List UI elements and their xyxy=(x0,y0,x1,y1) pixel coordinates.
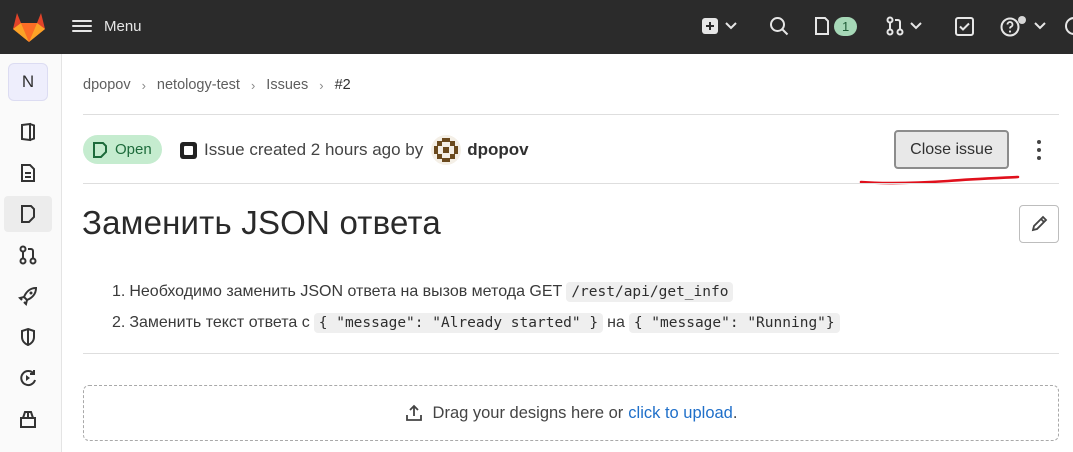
issue-created-text: Issue created 2 hours ago by xyxy=(204,140,424,159)
author-name-link[interactable]: dpopov xyxy=(467,140,528,160)
issue-description: 1. Необходимо заменить JSON ответа на вы… xyxy=(112,276,844,338)
menu-label: Menu xyxy=(104,17,142,35)
dropzone-text: Drag your designs here or xyxy=(432,403,624,422)
edit-title-button[interactable] xyxy=(1019,205,1059,243)
issue-meta: Issue created 2 hours ago by dpopov xyxy=(179,135,529,165)
menu-button[interactable]: Menu xyxy=(72,14,142,38)
top-navbar: Menu 1 xyxy=(0,0,1073,54)
annotation-red-underline xyxy=(859,175,1020,185)
status-label: Open xyxy=(115,141,152,158)
upload-icon xyxy=(405,404,422,421)
issue-open-icon xyxy=(93,141,107,158)
repository-icon xyxy=(21,164,35,182)
chevron-down-icon xyxy=(910,22,922,30)
more-actions-kebab-icon[interactable] xyxy=(1030,137,1048,163)
search-button[interactable] xyxy=(769,14,789,38)
todos-button[interactable] xyxy=(955,14,974,38)
chevron-down-icon xyxy=(1034,22,1046,30)
packages-icon xyxy=(20,411,36,428)
divider xyxy=(83,353,1059,354)
project-avatar[interactable]: N xyxy=(8,63,48,101)
merge-requests-nav-button[interactable] xyxy=(886,14,922,38)
security-shield-icon xyxy=(21,327,35,347)
sidebar-item-deployments[interactable] xyxy=(4,360,52,396)
sidebar-item-packages[interactable] xyxy=(4,401,52,437)
issues-count-badge: 1 xyxy=(834,16,858,36)
close-issue-button[interactable]: Close issue xyxy=(894,130,1009,169)
project-overview-icon xyxy=(21,122,35,142)
chevron-down-icon xyxy=(725,22,737,30)
plus-square-icon xyxy=(702,18,718,34)
sidebar-item-merge-requests[interactable] xyxy=(4,237,52,273)
sidebar-item-ci-cd[interactable] xyxy=(4,278,52,314)
user-avatar-button[interactable] xyxy=(1064,14,1073,38)
chevron-right-icon: › xyxy=(250,77,256,93)
list-item: 1. Необходимо заменить JSON ответа на вы… xyxy=(112,276,844,307)
search-icon xyxy=(770,17,789,36)
merge-request-icon xyxy=(19,245,37,265)
todo-check-icon xyxy=(955,16,974,36)
inline-code: { "message": "Already started" } xyxy=(313,312,604,333)
breadcrumb-item-user[interactable]: dpopov xyxy=(83,77,131,93)
breadcrumb-item-current[interactable]: #2 xyxy=(335,77,351,93)
sidebar-item-repository[interactable] xyxy=(4,155,52,191)
issue-title: Заменить JSON ответа xyxy=(82,204,441,241)
gitlab-logo-icon[interactable] xyxy=(11,9,47,43)
pencil-icon xyxy=(1031,215,1048,232)
help-button[interactable] xyxy=(1000,14,1046,38)
inline-code: { "message": "Running"} xyxy=(628,312,840,333)
issues-icon xyxy=(815,17,829,35)
issues-nav-button[interactable]: 1 xyxy=(814,14,858,38)
chevron-right-icon: › xyxy=(141,77,146,93)
breadcrumb-item-project[interactable]: netology-test xyxy=(157,77,240,93)
sidebar-item-security[interactable] xyxy=(4,319,52,355)
inline-code: /rest/api/get_info xyxy=(566,281,734,302)
ci-cd-rocket-icon xyxy=(18,286,38,306)
help-icon xyxy=(1000,16,1026,37)
project-sidebar: N xyxy=(0,54,62,452)
design-upload-dropzone[interactable]: Drag your designs here or click to uploa… xyxy=(83,385,1059,441)
breadcrumb-item-issues[interactable]: Issues xyxy=(266,77,308,93)
issues-icon xyxy=(21,205,35,223)
deployments-icon xyxy=(20,370,36,387)
divider xyxy=(83,114,1059,115)
merge-request-icon xyxy=(886,16,904,36)
divider xyxy=(83,183,1059,184)
hamburger-icon xyxy=(72,19,92,33)
sidebar-item-project-overview[interactable] xyxy=(4,114,52,150)
breadcrumb: dpopov › netology-test › Issues › #2 xyxy=(83,74,351,96)
sidebar-item-issues[interactable] xyxy=(4,196,52,232)
status-badge: Open xyxy=(83,135,162,164)
avatar-icon xyxy=(1065,17,1073,35)
author-avatar-icon[interactable] xyxy=(431,135,462,165)
new-dropdown-button[interactable] xyxy=(701,14,737,38)
dropzone-suffix: . xyxy=(732,403,738,422)
chevron-right-icon: › xyxy=(319,77,324,93)
list-item: 2. Заменить текст ответа с { "message": … xyxy=(112,307,844,338)
upload-link[interactable]: click to upload xyxy=(628,404,733,423)
issue-type-icon xyxy=(180,141,197,159)
